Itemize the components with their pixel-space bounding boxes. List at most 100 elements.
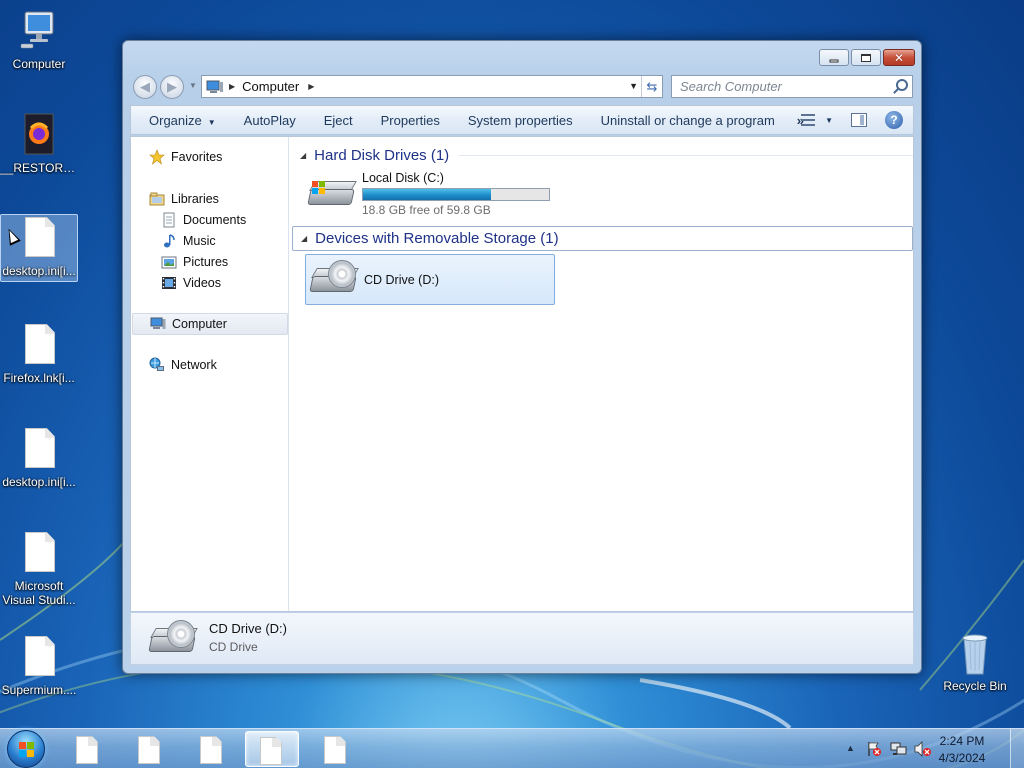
taskbar-app-button[interactable] <box>186 731 240 767</box>
desktop-icon-label: desktop.ini[i... <box>2 475 76 489</box>
start-button[interactable] <box>7 730 45 768</box>
taskbar-app-button[interactable] <box>310 731 364 767</box>
details-pane: CD Drive (D:) CD Drive <box>130 613 914 665</box>
properties-button[interactable]: Properties <box>367 113 454 128</box>
maximize-button[interactable] <box>851 49 881 66</box>
recent-pages-dropdown[interactable]: ▼ <box>189 81 197 90</box>
chevron-down-icon: ▼ <box>207 117 216 127</box>
nav-favorites[interactable]: Favorites <box>149 149 222 165</box>
nav-label: Favorites <box>171 150 223 164</box>
file-icon <box>200 736 222 764</box>
desktop-icon-desktop-ini-1[interactable]: desktop.ini[i... <box>0 214 78 282</box>
nav-label: Music <box>183 234 216 248</box>
nav-music[interactable]: Music <box>161 233 216 249</box>
breadcrumb-arrow-icon[interactable]: ▶ <box>308 82 314 91</box>
library-icon <box>149 191 165 207</box>
document-icon <box>161 212 177 228</box>
details-item-name: CD Drive (D:) <box>209 621 287 636</box>
search-placeholder: Search Computer <box>680 79 782 94</box>
search-input[interactable]: Search Computer <box>671 75 913 98</box>
breadcrumb-computer[interactable]: Computer <box>242 79 299 94</box>
nav-buttons: ◀ ▶ ▼ <box>131 74 197 100</box>
file-icon <box>19 426 59 472</box>
drive-cd-d[interactable]: CD Drive (D:) <box>305 254 555 305</box>
file-icon <box>19 634 59 680</box>
computer-icon <box>19 8 59 54</box>
system-properties-button[interactable]: System properties <box>454 113 587 128</box>
desktop-icon-visual-studio[interactable]: Microsoft Visual Studi... <box>0 530 78 607</box>
taskbar-app-button-active[interactable] <box>245 731 299 767</box>
back-arrow-icon: ◀ <box>140 79 150 94</box>
desktop-icon-restore[interactable]: __RESTORE... <box>0 112 78 175</box>
desktop-icon-label: Supermium.... <box>1 683 77 697</box>
nav-videos[interactable]: Videos <box>161 275 221 291</box>
nav-libraries[interactable]: Libraries <box>149 191 219 207</box>
show-hidden-icons-button[interactable]: ▲ <box>846 743 855 753</box>
show-desktop-button[interactable] <box>1010 729 1024 768</box>
computer-icon <box>206 80 223 93</box>
volume-muted-icon[interactable] <box>914 741 932 760</box>
taskbar-app-button[interactable] <box>124 731 178 767</box>
refresh-icon: ⇆ <box>646 79 658 94</box>
organize-label: Organize <box>149 112 202 128</box>
nav-network[interactable]: Network <box>149 357 217 373</box>
change-view-button[interactable]: ▼ <box>801 113 833 127</box>
network-icon <box>149 357 165 373</box>
minimize-icon <box>829 59 839 62</box>
windows-logo-icon <box>19 742 35 758</box>
address-bar[interactable]: ▶ Computer ▶ ▼ ⇆ <box>201 75 663 98</box>
view-list-icon <box>801 113 817 127</box>
autoplay-button[interactable]: AutoPlay <box>230 113 310 128</box>
file-icon <box>19 215 59 261</box>
picture-icon <box>161 254 177 270</box>
desktop-icon-desktop-ini-2[interactable]: desktop.ini[i... <box>0 426 78 489</box>
forward-arrow-icon: ▶ <box>167 79 177 94</box>
breadcrumb-arrow-icon[interactable]: ▶ <box>229 82 235 91</box>
nav-label: Pictures <box>183 255 229 269</box>
desktop-icon-recycle-bin[interactable]: Recycle Bin <box>936 630 1014 693</box>
organize-button[interactable]: Organize ▼ <box>131 113 230 128</box>
nav-label: Network <box>171 358 217 372</box>
collapse-arrow-icon[interactable]: ◢ <box>301 234 307 243</box>
music-note-icon <box>161 233 177 249</box>
desktop-icon-supermium[interactable]: Supermium.... <box>0 634 78 697</box>
computer-icon <box>150 316 166 332</box>
group-title: Hard Disk Drives (1) <box>314 147 450 164</box>
search-icon[interactable] <box>896 79 908 91</box>
file-icon <box>260 737 282 765</box>
content-area: Favorites Libraries Documents Music Pict… <box>130 136 914 612</box>
back-button[interactable]: ◀ <box>133 75 157 99</box>
collapse-arrow-icon[interactable]: ◢ <box>300 151 306 160</box>
file-icon <box>324 736 346 764</box>
nav-pictures[interactable]: Pictures <box>161 254 228 270</box>
desktop-icon-firefox-lnk[interactable]: Firefox.lnk[i... <box>0 322 78 385</box>
system-clock[interactable]: 2:24 PM 4/3/2024 <box>932 733 992 767</box>
help-button[interactable]: ? <box>885 111 903 129</box>
action-center-flag-icon[interactable] <box>866 741 882 760</box>
nav-computer[interactable]: Computer <box>132 313 288 335</box>
minimize-button[interactable] <box>819 49 849 66</box>
cd-drive-icon <box>308 258 360 302</box>
uninstall-program-button[interactable]: Uninstall or change a program <box>587 113 789 128</box>
desktop-icon-computer[interactable]: Computer <box>0 8 78 71</box>
desktop-icon-label: desktop.ini[i... <box>2 264 76 278</box>
close-button[interactable]: ✕ <box>883 49 915 66</box>
group-header-removable-storage[interactable]: ◢ Devices with Removable Storage (1) <box>292 226 913 251</box>
cd-disc-icon <box>328 259 356 288</box>
nav-documents[interactable]: Documents <box>161 212 246 228</box>
taskbar-app-button[interactable] <box>62 731 116 767</box>
refresh-button[interactable]: ⇆ <box>641 76 662 97</box>
eject-button[interactable]: Eject <box>310 113 367 128</box>
caption-buttons: ✕ <box>819 49 915 66</box>
group-header-hard-disk[interactable]: ◢ Hard Disk Drives (1) <box>292 143 913 168</box>
address-dropdown-icon[interactable]: ▼ <box>629 81 638 91</box>
nav-label: Documents <box>183 213 247 227</box>
drive-local-disk-c[interactable]: Local Disk (C:) 18.8 GB free of 59.8 GB <box>306 171 550 217</box>
network-status-icon[interactable] <box>890 741 908 760</box>
forward-button[interactable]: ▶ <box>160 75 184 99</box>
clock-time: 2:24 PM <box>939 734 985 748</box>
group-divider <box>459 155 913 156</box>
preview-pane-button[interactable] <box>851 113 867 127</box>
nav-label: Libraries <box>171 192 219 206</box>
film-icon <box>161 275 177 291</box>
